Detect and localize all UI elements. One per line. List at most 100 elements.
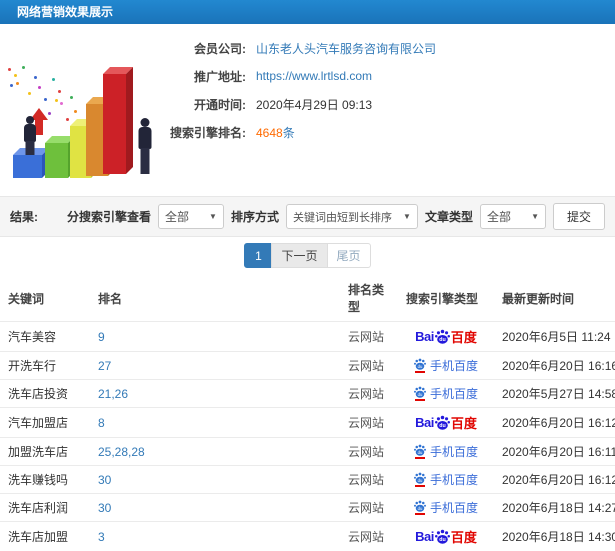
info-row-company: 会员公司: 山东老人头汽车服务咨询有限公司 — [170, 34, 615, 62]
sort-filter-label: 排序方式 — [231, 208, 279, 225]
updated-time-cell: 2020年6月20日 16:12 — [494, 408, 615, 438]
chevron-down-icon: ▼ — [403, 212, 411, 221]
keyword-cell: 汽车加盟店 — [0, 408, 90, 438]
page-title: 网络营销效果展示 — [17, 5, 113, 19]
company-label: 会员公司: — [170, 40, 246, 57]
updated-time-cell: 2020年5月27日 14:58 — [494, 380, 615, 408]
open-time-label: 开通时间: — [170, 96, 246, 113]
engine-type-cell: du手机百度 — [398, 352, 494, 380]
rank-count-label: 搜索引擎排名: — [170, 124, 246, 141]
rank-cell: 30 — [90, 466, 340, 494]
engine-type-cell: du 手机百度 — [398, 494, 494, 522]
open-time-value: 2020年4月29日 09:13 — [256, 96, 372, 113]
keyword-rank-table: 关键词 排名 排名类型 搜索引擎类型 最新更新时间 汽车美容9云网站Baidu百… — [0, 274, 615, 551]
promo-url-link[interactable]: https://www.lrtlsd.com — [256, 69, 372, 83]
sort-filter-select[interactable]: 关键词由短到长排序 ▼ — [286, 204, 418, 229]
engine-type-cell: du手机百度 — [398, 466, 494, 494]
mobile-baidu-logo: du 手机百度 — [414, 499, 478, 516]
businessman-left — [22, 116, 38, 156]
rank-cell: 3 — [90, 522, 340, 551]
info-row-open-time: 开通时间: 2020年4月29日 09:13 — [170, 90, 615, 118]
keyword-cell: 洗车店投资 — [0, 380, 90, 408]
results-label: 结果: — [10, 208, 38, 225]
rank-link[interactable]: 3 — [98, 530, 105, 544]
rank-link[interactable]: 27 — [98, 359, 111, 373]
keyword-cell: 开洗车行 — [0, 352, 90, 380]
baidu-paw-icon: du — [414, 358, 426, 370]
engine-type-cell: Baidu百度 — [398, 322, 494, 352]
updated-time-cell: 2020年6月5日 11:24 — [494, 322, 615, 352]
baidu-paw-icon: du — [414, 444, 426, 456]
engine-type-cell: du手机百度 — [398, 438, 494, 466]
rank-cell: 21,26 — [90, 380, 340, 408]
rank-type-cell: 云网站 — [340, 322, 398, 352]
mobile-baidu-logo: du 手机百度 — [414, 385, 478, 402]
baidu-paw-icon: du — [414, 500, 426, 512]
rank-type-cell: 云网站 — [340, 352, 398, 380]
baidu-logo: Baidu百度 — [415, 413, 477, 432]
keyword-cell: 加盟洗车店 — [0, 438, 90, 466]
baidu-paw-icon: du — [435, 329, 450, 344]
rank-cell: 27 — [90, 352, 340, 380]
company-name-link[interactable]: 山东老人头汽车服务咨询有限公司 — [256, 40, 436, 57]
rank-cell: 25,28,28 — [90, 438, 340, 466]
rank-type-cell: 云网站 — [340, 494, 398, 522]
header-updated: 最新更新时间 — [494, 274, 615, 322]
rank-link[interactable]: 8 — [98, 416, 105, 430]
next-page-button[interactable]: 下一页 — [271, 243, 327, 268]
bar-blue — [13, 155, 42, 178]
results-filter-bar: 结果: 分搜索引擎查看 全部 ▼ 排序方式 关键词由短到长排序 ▼ 文章类型 全… — [0, 196, 615, 237]
baidu-paw-icon: du — [435, 415, 450, 430]
updated-time-cell: 2020年6月20日 16:12 — [494, 466, 615, 494]
engine-type-cell: Baidu百度 — [398, 522, 494, 551]
bar-red — [103, 74, 126, 174]
updated-time-cell: 2020年6月20日 16:16 — [494, 352, 615, 380]
bar-green — [45, 143, 68, 178]
header-keyword: 关键词 — [0, 274, 90, 322]
keyword-cell: 汽车美容 — [0, 322, 90, 352]
page-header-bar: 网络营销效果展示 — [0, 0, 615, 24]
chevron-down-icon: ▼ — [531, 212, 539, 221]
rank-link[interactable]: 9 — [98, 330, 105, 344]
article-type-label: 文章类型 — [425, 208, 473, 225]
rank-link[interactable]: 30 — [98, 473, 111, 487]
updated-time-cell: 2020年6月20日 16:11 — [494, 438, 615, 466]
mobile-baidu-label: 手机百度 — [430, 385, 478, 402]
article-type-select[interactable]: 全部 ▼ — [480, 204, 546, 229]
last-page-button[interactable]: 尾页 — [327, 243, 371, 268]
page-button-current[interactable]: 1 — [244, 243, 272, 268]
mobile-baidu-label: 手机百度 — [430, 499, 478, 516]
rank-type-cell: 云网站 — [340, 522, 398, 551]
rank-type-cell: 云网站 — [340, 408, 398, 438]
svg-text:du: du — [418, 506, 423, 511]
svg-text:du: du — [418, 450, 423, 455]
header-engine-type: 搜索引擎类型 — [398, 274, 494, 322]
table-row: 汽车美容 9 云网站Baidu百度2020年6月5日 11:24 — [0, 322, 615, 352]
rank-cell: 30 — [90, 494, 340, 522]
info-row-rank-count: 搜索引擎排名: 4648条 — [170, 118, 615, 146]
keyword-cell: 洗车店加盟 — [0, 522, 90, 551]
table-row: 加盟洗车店25,28,28云网站du手机百度2020年6月20日 16:11 — [0, 438, 615, 466]
table-row: 洗车店利润30云网站du手机百度2020年6月18日 14:27 — [0, 494, 615, 522]
rank-count-unit: 条 — [283, 126, 295, 140]
rank-link[interactable]: 25,28,28 — [98, 445, 145, 459]
rank-link[interactable]: 30 — [98, 501, 111, 515]
table-row: 洗车赚钱吗30云网站du手机百度2020年6月20日 16:12 — [0, 466, 615, 494]
table-row: 汽车加盟店 8 云网站 Baidu百度 2020年6月20日 16:12 — [0, 408, 615, 438]
engine-filter-select[interactable]: 全部 ▼ — [158, 204, 224, 229]
engine-filter-label: 分搜索引擎查看 — [67, 208, 151, 225]
rank-cell: 8 — [90, 408, 340, 438]
businessman-right — [136, 118, 154, 174]
baidu-paw-icon: du — [414, 472, 426, 484]
article-type-value: 全部 — [487, 208, 511, 225]
svg-text:du: du — [439, 537, 445, 543]
rank-link[interactable]: 21,26 — [98, 387, 128, 401]
baidu-paw-icon: du — [435, 529, 450, 544]
info-row-url: 推广地址: https://www.lrtlsd.com — [170, 62, 615, 90]
svg-text:du: du — [418, 392, 423, 397]
table-header-row: 关键词 排名 排名类型 搜索引擎类型 最新更新时间 — [0, 274, 615, 322]
keyword-cell: 洗车赚钱吗 — [0, 466, 90, 494]
baidu-logo: Baidu百度 — [415, 527, 477, 546]
mobile-baidu-logo: du手机百度 — [414, 357, 478, 374]
submit-button[interactable]: 提交 — [553, 203, 605, 230]
